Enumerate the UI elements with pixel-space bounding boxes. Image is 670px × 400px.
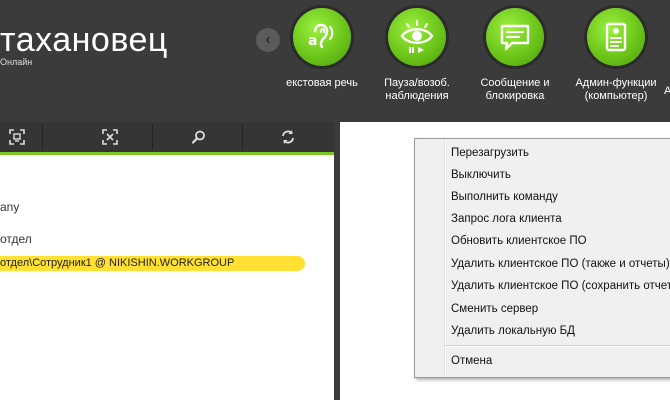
menu-item-cancel[interactable]: Отмена (451, 355, 492, 367)
menu-item-delete-local-db[interactable]: Удалить локальную БД (451, 325, 575, 337)
menu-item-restart[interactable]: Перезагрузить (451, 147, 529, 159)
menu-item-shutdown[interactable]: Выключить (451, 169, 511, 181)
menu-item-request-log[interactable]: Запрос лога клиента (451, 213, 562, 225)
app-header: тахановец Онлайн ‹ a екстовая речь Пауза… (0, 0, 670, 122)
menu-item-remove-client-keep-reports[interactable]: Удалить клиентское ПО (сохранить отчеты) (451, 280, 670, 292)
tree-item-company[interactable]: any (0, 200, 19, 214)
tool-pause-resume[interactable]: Пауза/возоб. наблюдения (369, 8, 465, 103)
menu-item-update-client[interactable]: Обновить клиентское ПО (451, 235, 587, 247)
app-logo: тахановец (0, 21, 168, 59)
tree-toolbar (0, 122, 334, 152)
deselect-computer-icon (102, 129, 118, 145)
tool-admin-functions-label: Админ-функции (компьютер) (575, 77, 657, 102)
select-computer-icon (9, 129, 25, 145)
tool-more-label[interactable]: А (664, 85, 670, 97)
menu-item-change-server[interactable]: Сменить сервер (451, 303, 538, 315)
tool-message-block[interactable]: Сообщение и блокировка (467, 8, 563, 103)
menu-item-remove-client-with-reports[interactable]: Удалить клиентское ПО (также и отчеты) (451, 258, 670, 270)
app-logo-subtitle: Онлайн (0, 57, 33, 67)
tool-speech-label: екстовая речь (286, 77, 358, 89)
deselect-computer-button[interactable] (84, 122, 136, 152)
computer-tree (0, 155, 334, 400)
message-icon (486, 8, 544, 66)
tree-item-selected-employee[interactable]: отдел\Сотрудник1 @ NIKISHIN.WORKGROUP (0, 256, 305, 271)
tree-item-department[interactable]: отдел (0, 232, 32, 246)
menu-icon-gutter (444, 139, 446, 377)
menu-item-run-command[interactable]: Выполнить команду (451, 191, 558, 203)
context-menu: Перезагрузить Выключить Выполнить команд… (414, 138, 670, 378)
refresh-button[interactable] (262, 122, 314, 152)
svg-text:a: a (308, 33, 317, 49)
refresh-icon (282, 130, 294, 144)
hearing-icon: a (293, 8, 351, 66)
tool-speech[interactable]: a екстовая речь (274, 8, 370, 90)
menu-separator (445, 345, 670, 347)
clipboard-icon (587, 8, 645, 66)
toolbar-divider (42, 124, 43, 150)
search-button[interactable] (173, 122, 225, 152)
tool-admin-functions[interactable]: Админ-функции (компьютер) (568, 8, 664, 103)
eye-icon (388, 8, 446, 66)
search-icon (192, 130, 205, 144)
toolbar-divider (242, 124, 243, 150)
tool-message-block-label: Сообщение и блокировка (480, 77, 550, 102)
toolbar-divider (152, 124, 153, 150)
select-computer-button[interactable] (0, 122, 43, 152)
tool-pause-resume-label: Пауза/возоб. наблюдения (384, 77, 450, 102)
